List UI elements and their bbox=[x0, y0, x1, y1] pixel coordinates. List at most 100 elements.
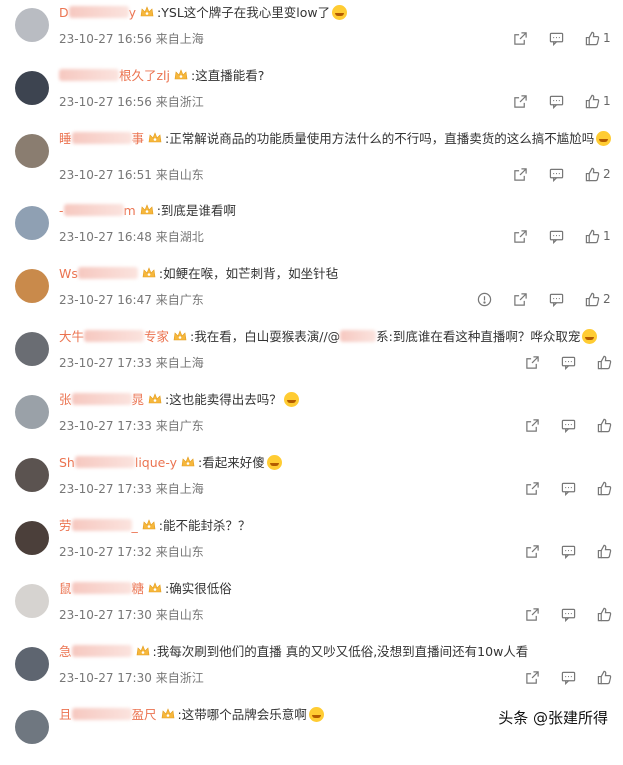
avatar[interactable] bbox=[15, 458, 49, 492]
username-link[interactable]: Sh lique-y bbox=[59, 455, 177, 470]
username-link[interactable]: Ws bbox=[59, 266, 138, 281]
share-button[interactable] bbox=[513, 165, 549, 183]
like-icon bbox=[585, 31, 600, 46]
comment-button[interactable] bbox=[561, 416, 597, 434]
username-suffix: m bbox=[123, 203, 136, 218]
comment-button[interactable] bbox=[549, 29, 585, 47]
fan-badge-icon bbox=[142, 266, 156, 278]
fan-badge-icon bbox=[161, 707, 175, 719]
like-button[interactable] bbox=[597, 416, 615, 434]
comment-button[interactable] bbox=[561, 353, 597, 371]
comment-button[interactable] bbox=[561, 479, 597, 497]
username-link[interactable]: -m bbox=[59, 203, 136, 218]
share-button[interactable] bbox=[513, 290, 549, 308]
username-prefix: - bbox=[59, 203, 64, 218]
username-prefix: Ws bbox=[59, 266, 78, 281]
share-icon bbox=[513, 167, 528, 182]
like-button[interactable]: 1 bbox=[585, 29, 615, 47]
comment-location: 来自广东 bbox=[155, 419, 204, 433]
like-button[interactable] bbox=[597, 668, 615, 686]
comment-actions: 1 bbox=[513, 227, 615, 245]
share-icon bbox=[513, 31, 528, 46]
share-button[interactable] bbox=[525, 605, 561, 623]
comment-actions: 2 bbox=[513, 165, 615, 183]
username-link[interactable]: 且 盈尺 bbox=[59, 707, 157, 722]
avatar[interactable] bbox=[15, 521, 49, 555]
share-button[interactable] bbox=[525, 479, 561, 497]
comment-icon bbox=[561, 418, 576, 433]
fan-badge-icon bbox=[142, 518, 156, 530]
share-button[interactable] bbox=[513, 227, 549, 245]
report-button[interactable] bbox=[477, 290, 513, 308]
like-button[interactable] bbox=[597, 353, 615, 371]
comment-icon bbox=[549, 292, 564, 307]
comment-time: 23-10-27 16:51 bbox=[59, 168, 152, 182]
comment-meta: 23-10-27 16:56 来自浙江 bbox=[59, 93, 204, 110]
like-icon bbox=[597, 355, 612, 370]
comment-location: 来自上海 bbox=[155, 32, 204, 46]
username-suffix: y bbox=[128, 5, 137, 20]
username-link[interactable]: 根久了zlj bbox=[59, 68, 170, 83]
avatar[interactable] bbox=[15, 206, 49, 240]
comment-text: :我每次刷到他们的直播 真的又吵又低俗,没想到直播间还有10w人看 bbox=[152, 644, 529, 659]
username-link[interactable]: 大牛 专家 bbox=[59, 329, 169, 344]
share-button[interactable] bbox=[525, 542, 561, 560]
like-count: 1 bbox=[603, 229, 611, 243]
comment-body: Dy:YSL这个牌子在我心里变low了 bbox=[59, 4, 615, 22]
mention-link[interactable] bbox=[340, 329, 377, 344]
laugh-emoji-icon bbox=[308, 707, 324, 722]
like-icon bbox=[585, 94, 600, 109]
comment-meta: 23-10-27 16:48 来自湖北 bbox=[59, 228, 204, 245]
report-icon bbox=[477, 292, 492, 307]
share-button[interactable] bbox=[513, 29, 549, 47]
share-icon bbox=[525, 481, 540, 496]
comment-button[interactable] bbox=[549, 290, 585, 308]
like-button[interactable]: 1 bbox=[585, 227, 615, 245]
share-button[interactable] bbox=[525, 353, 561, 371]
comment-button[interactable] bbox=[549, 92, 585, 110]
avatar[interactable] bbox=[15, 710, 49, 744]
comment-time: 23-10-27 17:30 bbox=[59, 671, 152, 685]
share-icon bbox=[513, 229, 528, 244]
avatar[interactable] bbox=[15, 584, 49, 618]
like-button[interactable]: 1 bbox=[585, 92, 615, 110]
avatar[interactable] bbox=[15, 8, 49, 42]
username-link[interactable]: 张晁 bbox=[59, 392, 144, 407]
username-link[interactable]: 急 bbox=[59, 644, 132, 659]
username-link[interactable]: 睡事 bbox=[59, 131, 144, 146]
comment-body: 根久了zlj :这直播能看? bbox=[59, 67, 615, 85]
comment-text: :如鲠在喉，如芒刺背，如坐针毡 bbox=[158, 266, 339, 281]
like-icon bbox=[597, 607, 612, 622]
share-button[interactable] bbox=[513, 92, 549, 110]
username-link[interactable]: 鼠糖 bbox=[59, 581, 144, 596]
avatar[interactable] bbox=[15, 647, 49, 681]
comment-location: 来自山东 bbox=[155, 608, 204, 622]
avatar[interactable] bbox=[15, 134, 49, 168]
like-button[interactable] bbox=[597, 542, 615, 560]
username-link[interactable]: Dy bbox=[59, 5, 136, 20]
like-button[interactable] bbox=[597, 605, 615, 623]
like-button[interactable] bbox=[597, 479, 615, 497]
fan-badge-icon bbox=[148, 581, 162, 593]
comment-button[interactable] bbox=[549, 227, 585, 245]
comment-text: :这直播能看? bbox=[191, 68, 265, 83]
like-button[interactable]: 2 bbox=[585, 290, 615, 308]
username-suffix: 专家 bbox=[144, 329, 170, 344]
like-button[interactable]: 2 bbox=[585, 165, 615, 183]
like-icon bbox=[597, 544, 612, 559]
avatar[interactable] bbox=[15, 332, 49, 366]
share-icon bbox=[513, 94, 528, 109]
comment-button[interactable] bbox=[561, 542, 597, 560]
avatar[interactable] bbox=[15, 269, 49, 303]
fan-badge-icon bbox=[181, 455, 195, 467]
comment-button[interactable] bbox=[561, 668, 597, 686]
comment-actions bbox=[525, 605, 615, 623]
avatar[interactable] bbox=[15, 395, 49, 429]
comment-button[interactable] bbox=[561, 605, 597, 623]
share-button[interactable] bbox=[525, 668, 561, 686]
avatar[interactable] bbox=[15, 71, 49, 105]
username-link[interactable]: 劳 _ bbox=[59, 518, 138, 533]
comment-meta: 23-10-27 17:33 来自上海 bbox=[59, 480, 204, 497]
share-button[interactable] bbox=[525, 416, 561, 434]
comment-button[interactable] bbox=[549, 165, 585, 183]
